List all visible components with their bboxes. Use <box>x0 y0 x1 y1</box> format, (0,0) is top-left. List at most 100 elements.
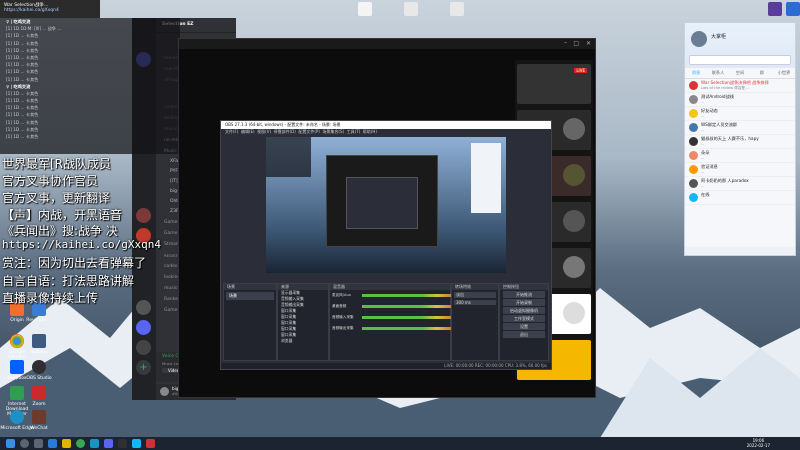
dock-header: 控制按钮 <box>500 284 548 290</box>
mixer-dock: 混音器 麦克风/Aux 桌面音频 音频输入采集 音频输出采集 <box>329 283 462 361</box>
notification-toast[interactable]: War Selection战争... https://kaihei.co/gXx… <box>0 0 100 18</box>
obs-menu: 文件(F) 编辑(E) 视图(V) 停靠部件(D) 配置文件(P) 场景集合(S… <box>221 129 551 135</box>
qq-window[interactable]: 大掌柜 消息 联系人 空间 群 小世界 War Selection战争决择吧 战… <box>684 22 796 256</box>
avatar[interactable] <box>691 31 707 47</box>
menu-item[interactable]: 视图(V) <box>257 129 271 134</box>
menu-item[interactable]: 场景集合(S) <box>322 129 344 134</box>
window-titlebar[interactable]: ✕ □ – <box>179 39 595 49</box>
search-input[interactable] <box>689 55 791 65</box>
volume-meter[interactable] <box>362 327 462 330</box>
tab-messages[interactable]: 消息 <box>685 68 707 78</box>
qq-user-name[interactable]: 大掌柜 <box>711 33 726 40</box>
tab-world[interactable]: 小世界 <box>773 68 795 78</box>
start-recording-button[interactable]: 开始录制 <box>503 299 545 306</box>
avatar[interactable] <box>160 387 169 396</box>
taskbar: 19:06 2022-02-17 <box>0 437 800 450</box>
menu-item[interactable]: 配置文件(P) <box>298 129 320 134</box>
toast-link[interactable]: https://kaihei.co/gXxqn4 <box>4 8 96 13</box>
conversation-item[interactable]: 测试Android战线... <box>685 93 795 107</box>
system-clock[interactable]: 19:06 2022-02-17 <box>747 438 770 448</box>
app-icon[interactable] <box>90 439 99 448</box>
start-streaming-button[interactable]: 开始推流 <box>503 291 545 298</box>
stream-overlay-text: 官方叉事，更新翻译 <box>2 191 111 205</box>
virtual-camera-button[interactable]: 启动虚拟摄像机 <box>503 307 545 314</box>
desktop-icon[interactable] <box>348 2 382 18</box>
server-icon[interactable] <box>136 320 151 335</box>
menu-item[interactable]: 帮助(H) <box>363 129 377 134</box>
menu-item[interactable]: 编辑(E) <box>241 129 255 134</box>
settings-button[interactable]: 设置 <box>503 323 545 330</box>
transition-select[interactable]: 淡出 <box>454 292 496 298</box>
avatar <box>563 164 585 186</box>
live-badge: LIVE <box>574 68 587 73</box>
duration-field[interactable]: 300 ms <box>454 300 496 305</box>
conversation-item[interactable]: 好友动态... <box>685 107 795 121</box>
menu-item[interactable]: 工具(T) <box>347 129 361 134</box>
conversation-item[interactable]: 猫叔叔的天上 人赛不乐，hapy... <box>685 135 795 149</box>
app-icon[interactable] <box>62 439 71 448</box>
desktop-icon[interactable] <box>776 2 800 18</box>
obs-preview[interactable] <box>266 137 506 273</box>
volume-meter[interactable] <box>362 316 462 319</box>
mixer-channel[interactable]: 音频输出采集 <box>332 324 462 334</box>
chat-line: [1] 1D ... 卡其色 <box>6 54 39 60</box>
desktop-icon-zoom[interactable]: Zoom <box>22 386 56 407</box>
server-icon[interactable] <box>136 340 151 355</box>
volume-meter[interactable] <box>362 294 462 297</box>
app-icon[interactable] <box>146 439 155 448</box>
minimize-icon[interactable]: – <box>564 39 567 46</box>
obs-window[interactable]: OBS 27.1.3 (64-bit, windows) - 配置文件: 未命名… <box>220 120 552 370</box>
avatar <box>689 123 698 132</box>
conversation-item[interactable]: War Selection战争决择吧 战争抉择 Lots of the revie… <box>685 79 795 93</box>
obs-title[interactable]: OBS 27.1.3 (64-bit, windows) - 配置文件: 未命名… <box>221 121 551 129</box>
transitions-dock: 转场特效 淡出 300 ms <box>451 283 499 361</box>
app-icon[interactable] <box>132 439 141 448</box>
taskview-icon[interactable] <box>34 439 43 448</box>
volume-meter[interactable] <box>362 305 462 308</box>
chrome-icon[interactable] <box>76 439 85 448</box>
avatar <box>563 302 585 324</box>
source-item[interactable]: 浏览器 <box>278 338 328 344</box>
chat-line: [1] 1D ... 卡其色 <box>6 90 39 96</box>
server-icon[interactable] <box>136 208 151 223</box>
participant-tile[interactable]: LIVE <box>517 64 591 104</box>
conversation-item[interactable]: WS绑定人员交流群... <box>685 121 795 135</box>
exit-button[interactable]: 退出 <box>503 331 545 338</box>
chat-line: [1] 1D ... 卡其色 <box>6 69 39 75</box>
qq-profile-header: 大掌柜 <box>685 23 795 68</box>
conversation-item[interactable]: 阿卡奶奶的那 人paradox... <box>685 177 795 191</box>
desktop-icon[interactable] <box>440 2 474 18</box>
tab-contacts[interactable]: 联系人 <box>707 68 729 78</box>
app-icon[interactable] <box>118 439 127 448</box>
tab-groups[interactable]: 群 <box>751 68 773 78</box>
mixer-channel[interactable]: 麦克风/Aux <box>332 291 462 301</box>
app-icon <box>786 2 800 16</box>
close-icon[interactable]: ✕ <box>586 40 591 47</box>
conversation-item[interactable]: 验证消息... <box>685 163 795 177</box>
conversation-item[interactable]: 在线 <box>685 191 795 205</box>
mixer-channel[interactable]: 桌面音频 <box>332 302 462 312</box>
desktop-icon-obs[interactable]: OBS Studio <box>22 360 56 381</box>
app-icon[interactable] <box>48 439 57 448</box>
tab-space[interactable]: 空间 <box>729 68 751 78</box>
app-icon[interactable] <box>104 439 113 448</box>
dock-header: 转场特效 <box>452 284 498 290</box>
mixer-channel[interactable]: 音频输入采集 <box>332 313 462 323</box>
search-icon[interactable] <box>20 439 29 448</box>
app-icon <box>32 410 46 424</box>
studio-mode-button[interactable]: 工作室模式 <box>503 315 545 322</box>
star-icon <box>689 109 698 118</box>
nested-obs <box>346 177 418 229</box>
scene-item[interactable]: 场景 <box>226 292 274 300</box>
start-icon[interactable] <box>6 439 15 448</box>
desktop-icon-kubera[interactable]: Kubera <box>22 334 56 355</box>
avatar <box>689 193 698 202</box>
desktop-icon[interactable] <box>394 2 428 18</box>
conversation-item[interactable]: 朵朵... <box>685 149 795 163</box>
maximize-icon[interactable]: □ <box>573 40 579 47</box>
menu-item[interactable]: 文件(F) <box>225 129 238 134</box>
menu-item[interactable]: 停靠部件(D) <box>274 129 296 134</box>
add-server-icon[interactable]: + <box>136 360 151 375</box>
server-icon[interactable] <box>136 300 151 315</box>
desktop-icon-wechat[interactable]: WeChat <box>22 410 56 431</box>
